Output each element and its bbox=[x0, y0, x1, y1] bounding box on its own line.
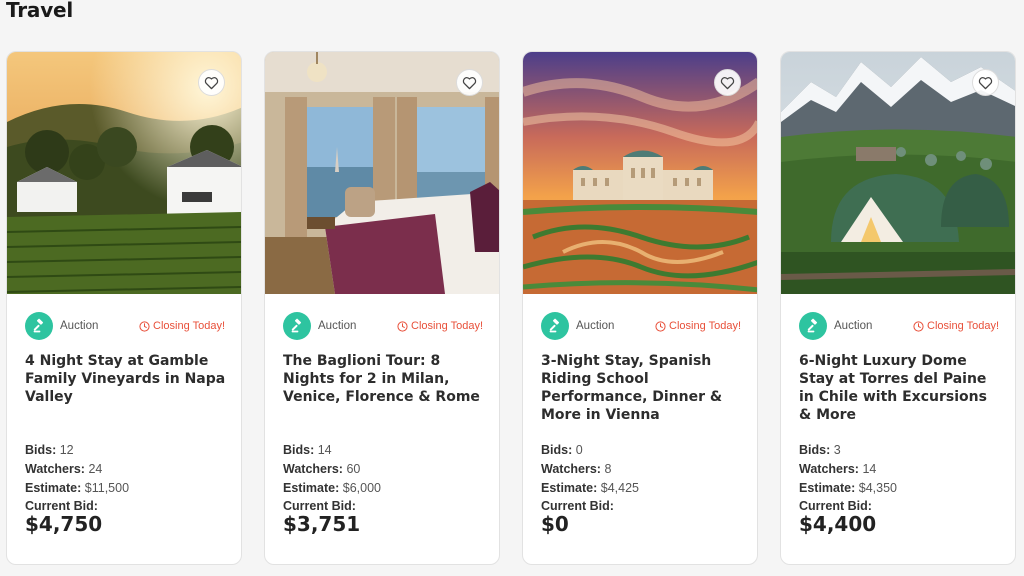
card-title[interactable]: The Baglioni Tour: 8 Nights for 2 in Mil… bbox=[283, 352, 485, 406]
closing-status: Closing Today! bbox=[913, 320, 999, 332]
gavel-icon bbox=[25, 312, 53, 340]
watchers-value: 8 bbox=[604, 462, 612, 476]
card-title[interactable]: 3-Night Stay, Spanish Riding School Perf… bbox=[541, 352, 743, 424]
gavel-icon bbox=[541, 312, 569, 340]
vienna-palace-photo[interactable] bbox=[523, 52, 757, 294]
card-meta: Auction Closing Today! bbox=[25, 312, 225, 340]
current-bid-value: $0 bbox=[541, 512, 569, 536]
clock-icon bbox=[139, 320, 150, 332]
watchers-value: 14 bbox=[862, 462, 877, 476]
heart-icon bbox=[720, 76, 735, 89]
current-bid-label: Current Bid: bbox=[283, 499, 356, 513]
card-meta: Auction Closing Today! bbox=[283, 312, 483, 340]
favorite-button[interactable] bbox=[456, 69, 483, 96]
auction-card[interactable]: Auction Closing Today! 6-Night Luxury Do… bbox=[780, 51, 1016, 565]
current-bid-value: $4,750 bbox=[25, 512, 103, 536]
clock-icon bbox=[655, 320, 666, 332]
closing-label: Closing Today! bbox=[669, 320, 741, 332]
current-bid-value: $3,751 bbox=[283, 512, 361, 536]
estimate-value: $6,000 bbox=[342, 481, 381, 495]
bids-label: Bids: bbox=[283, 443, 315, 457]
clock-icon bbox=[397, 320, 408, 332]
section-title: Travel bbox=[6, 0, 74, 22]
gavel-icon bbox=[799, 312, 827, 340]
auction-type-label: Auction bbox=[576, 320, 615, 332]
current-bid-label: Current Bid: bbox=[541, 499, 614, 513]
watchers-label: Watchers: bbox=[25, 462, 85, 476]
closing-label: Closing Today! bbox=[927, 320, 999, 332]
gavel-icon bbox=[283, 312, 311, 340]
favorite-button[interactable] bbox=[714, 69, 741, 96]
heart-icon bbox=[978, 76, 993, 89]
card-meta: Auction Closing Today! bbox=[541, 312, 741, 340]
estimate-label: Estimate: bbox=[25, 481, 82, 495]
card-stats: Bids: 3 Watchers: 14 Estimate: $4,350 Cu… bbox=[799, 441, 1001, 535]
favorite-button[interactable] bbox=[198, 69, 225, 96]
bids-label: Bids: bbox=[541, 443, 573, 457]
bids-value: 14 bbox=[317, 443, 332, 457]
closing-label: Closing Today! bbox=[153, 320, 225, 332]
auction-type-label: Auction bbox=[60, 320, 99, 332]
auction-card[interactable]: Auction Closing Today! The Baglioni Tour… bbox=[264, 51, 500, 565]
bids-value: 0 bbox=[575, 443, 583, 457]
bids-label: Bids: bbox=[25, 443, 57, 457]
watchers-value: 60 bbox=[346, 462, 361, 476]
card-stats: Bids: 14 Watchers: 60 Estimate: $6,000 C… bbox=[283, 441, 485, 535]
card-title[interactable]: 4 Night Stay at Gamble Family Vineyards … bbox=[25, 352, 227, 406]
auction-card[interactable]: Auction Closing Today! 3-Night Stay, Spa… bbox=[522, 51, 758, 565]
closing-label: Closing Today! bbox=[411, 320, 483, 332]
heart-icon bbox=[462, 76, 477, 89]
watchers-value: 24 bbox=[88, 462, 103, 476]
heart-icon bbox=[204, 76, 219, 89]
current-bid-value: $4,400 bbox=[799, 512, 877, 536]
page: Travel Auction Closing Today! 4 Night St… bbox=[0, 0, 1024, 576]
closing-status: Closing Today! bbox=[397, 320, 483, 332]
card-meta: Auction Closing Today! bbox=[799, 312, 999, 340]
bids-value: 3 bbox=[833, 443, 841, 457]
closing-status: Closing Today! bbox=[655, 320, 741, 332]
current-bid-label: Current Bid: bbox=[799, 499, 872, 513]
current-bid-label: Current Bid: bbox=[25, 499, 98, 513]
closing-status: Closing Today! bbox=[139, 320, 225, 332]
bids-label: Bids: bbox=[799, 443, 831, 457]
estimate-label: Estimate: bbox=[799, 481, 856, 495]
watchers-label: Watchers: bbox=[799, 462, 859, 476]
card-stats: Bids: 0 Watchers: 8 Estimate: $4,425 Cur… bbox=[541, 441, 743, 535]
clock-icon bbox=[913, 320, 924, 332]
card-title[interactable]: 6-Night Luxury Dome Stay at Torres del P… bbox=[799, 352, 1001, 424]
card-stats: Bids: 12 Watchers: 24 Estimate: $11,500 … bbox=[25, 441, 227, 535]
estimate-value: $4,350 bbox=[858, 481, 897, 495]
bids-value: 12 bbox=[59, 443, 74, 457]
estimate-label: Estimate: bbox=[541, 481, 598, 495]
patagonia-dome-photo[interactable] bbox=[781, 52, 1015, 294]
estimate-value: $4,425 bbox=[600, 481, 639, 495]
favorite-button[interactable] bbox=[972, 69, 999, 96]
watchers-label: Watchers: bbox=[283, 462, 343, 476]
estimate-label: Estimate: bbox=[283, 481, 340, 495]
estimate-value: $11,500 bbox=[84, 481, 130, 495]
auction-type-label: Auction bbox=[318, 320, 357, 332]
watchers-label: Watchers: bbox=[541, 462, 601, 476]
auction-card[interactable]: Auction Closing Today! 4 Night Stay at G… bbox=[6, 51, 242, 565]
hotel-room-photo[interactable] bbox=[265, 52, 499, 294]
auction-type-label: Auction bbox=[834, 320, 873, 332]
vineyard-photo[interactable] bbox=[7, 52, 241, 294]
card-list: Auction Closing Today! 4 Night Stay at G… bbox=[6, 51, 1016, 565]
